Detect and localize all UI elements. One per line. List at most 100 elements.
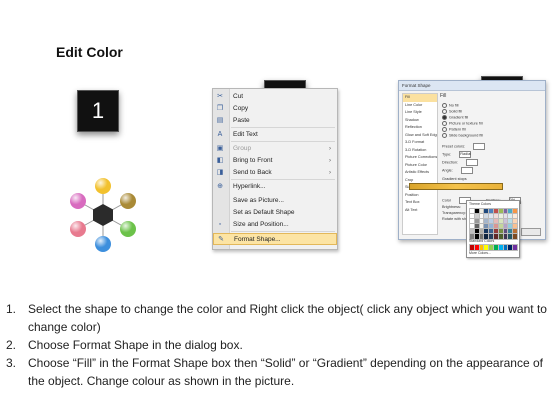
hyperlink-icon: ⊕ [217,183,223,190]
circle-highlight [120,221,136,237]
radio-icon [442,121,447,126]
field-control[interactable] [473,143,486,150]
field-row: Transparency: [442,211,466,215]
field-control[interactable]: Radial [459,151,472,158]
field-row: Direction: [442,159,479,166]
menu-item-hyperlink[interactable]: ⊕ Hyperlink... [213,181,337,193]
submenu-arrow-icon: › [329,158,331,164]
more-colors-link[interactable]: More Colors... [469,251,491,255]
fill-option-radio[interactable]: No fill [442,103,459,108]
nav-item-3-d-format[interactable]: 3-D Format [403,139,437,147]
close-button[interactable] [521,228,541,236]
nav-item-artistic-effects[interactable]: Artistic Effects [403,169,437,177]
nav-item-shadow[interactable]: Shadow [403,117,437,125]
menu-item-save-as-picture[interactable]: Save as Picture... [213,195,337,207]
fill-option-label: No fill [449,103,459,108]
fill-pane-title: Fill [440,93,447,99]
menu-item-label: Edit Text [233,131,258,138]
color-swatch[interactable] [512,233,519,240]
nav-item-alt-text[interactable]: Alt Text [403,207,437,215]
fill-option-radio[interactable]: Pattern fill [442,127,466,132]
instruction-number: 2. [6,338,17,352]
field-label: Angle: [442,168,453,173]
instruction-number: 1. [6,302,17,316]
fill-option-radio[interactable]: Solid fill [442,109,462,114]
standard-colors-label: Standard Colors [469,239,495,243]
submenu-arrow-icon: › [329,170,331,176]
field-control[interactable] [460,167,473,174]
instruction-text: Choose “Fill” in the Format Shape box th… [28,356,543,388]
nav-item-line-style[interactable]: Line Style [403,109,437,117]
instruction-text: Select the shape to change the color and… [28,302,547,334]
theme-color-grid [469,208,519,240]
nav-item-3-d-rotation[interactable]: 3-D Rotation [403,147,437,155]
radio-icon [442,109,447,114]
fill-option-radio[interactable]: Picture or texture fill [442,121,483,126]
format-shape-icon: ✎ [218,236,224,243]
nav-item-position[interactable]: Position [403,192,437,200]
field-row: Gradient stops [442,177,467,181]
menu-item-label: Copy [233,105,249,112]
nav-item-reflection[interactable]: Reflection [403,124,437,132]
center-hexagon[interactable] [93,204,113,226]
circle-highlight [95,236,111,252]
field-label: Type: [442,152,452,157]
field-label: Direction: [442,160,459,165]
nav-item-picture-color[interactable]: Picture Color [403,162,437,170]
step-1-badge: 1 [77,90,119,132]
fill-option-label: Gradient fill [449,115,469,120]
send-back-icon: ◨ [216,169,224,176]
menu-separator [231,127,335,128]
instruction-item: 3. Choose “Fill” in the Format Shape box… [6,354,554,390]
nav-item-picture-corrections[interactable]: Picture Corrections [403,154,437,162]
nav-item-line-color[interactable]: Line Color [403,102,437,110]
radio-icon [442,127,447,132]
copy-icon: ❐ [216,105,224,112]
menu-item-label: Size and Position... [233,221,289,228]
page-title: Edit Color [56,44,123,60]
nav-item-text-box[interactable]: Text Box [403,199,437,207]
dialog-title: Format Shape [402,83,431,88]
circle-highlight [95,178,111,194]
radio-icon [442,133,447,138]
nav-item-fill[interactable]: Fill [403,94,437,102]
field-row: Type: Radial [442,151,472,158]
instructions: 1. Select the shape to change the color … [6,300,554,390]
menu-item-copy[interactable]: ❐ Copy [213,103,337,115]
menu-item-set-as-default-shape[interactable]: Set as Default Shape [213,207,337,219]
menu-item-size-and-position[interactable]: ▫ Size and Position... [213,219,337,231]
menu-item-label: Save as Picture... [233,197,284,204]
fill-option-radio[interactable]: Gradient fill [442,115,468,120]
menu-item-paste[interactable]: ▤ Paste [213,115,337,127]
field-row: Brightness: [442,205,461,209]
menu-item-label: Set as Default Shape [233,209,295,216]
menu-item-format-shape[interactable]: ✎ Format Shape... [213,233,337,245]
field-label: Gradient stops [442,177,467,181]
fill-option-radio[interactable]: Slide background fill [442,133,483,138]
nav-item-glow-and-soft-edges[interactable]: Glow and Soft Edges [403,132,437,140]
menu-item-send-to-back[interactable]: ◨ Send to Back › [213,167,337,179]
instruction-number: 3. [6,356,17,370]
bring-front-icon: ◧ [216,157,224,164]
field-row: Angle: [442,167,473,174]
menu-separator [231,231,335,232]
field-control[interactable] [466,159,479,166]
dialog-titlebar: Format Shape [399,81,545,91]
menu-item-label: Send to Back [233,169,272,176]
submenu-arrow-icon: › [329,146,331,152]
menu-item-edit-text[interactable]: A Edit Text [213,129,337,141]
hexagon-diagram[interactable] [62,174,144,256]
theme-colors-label: Theme Colors [469,202,491,206]
dialog-nav-list: Fill Line Color Line Style Shadow Reflection… [402,93,438,235]
paste-icon: ▤ [216,117,224,124]
field-label: Transparency: [442,211,467,215]
menu-item-label: Paste [233,117,250,124]
field-label: Color [442,198,452,203]
standard-color-swatch[interactable] [512,244,519,251]
radio-icon [442,103,447,108]
gradient-stops-bar[interactable] [409,183,503,190]
menu-item-bring-to-front[interactable]: ◧ Bring to Front › [213,155,337,167]
menu-separator [231,179,335,180]
radio-icon [442,115,447,120]
menu-item-cut[interactable]: ✂ Cut [213,91,337,103]
